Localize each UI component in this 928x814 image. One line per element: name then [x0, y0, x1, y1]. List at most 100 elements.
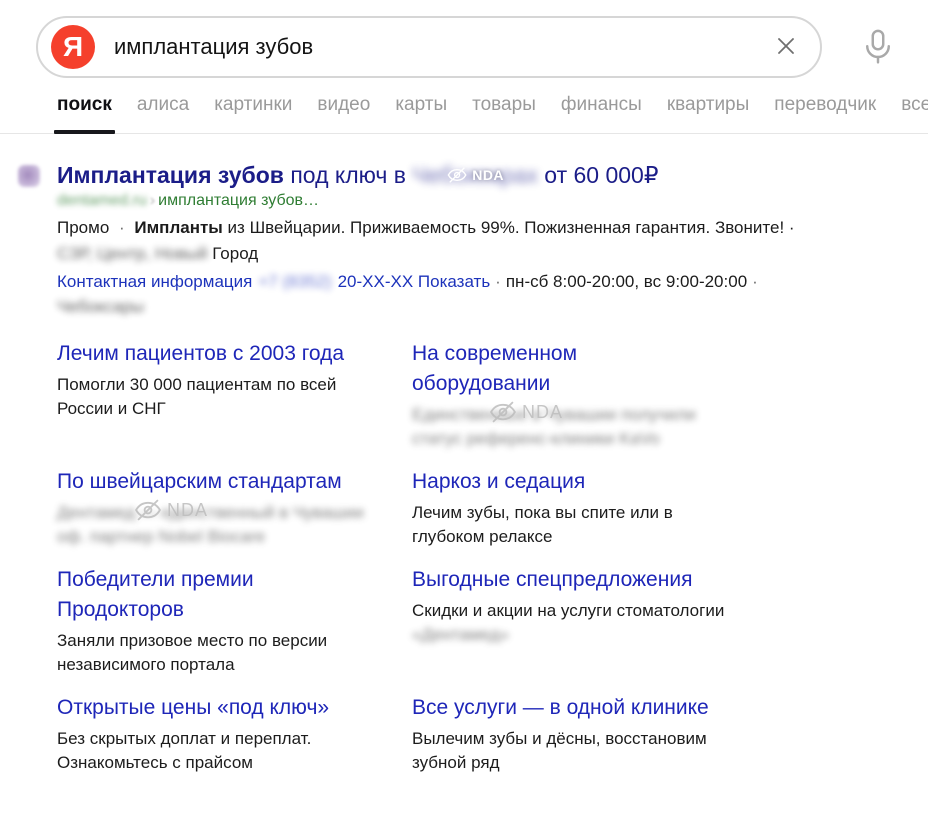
redacted-phone-prefix: +7 (8352)	[258, 272, 331, 291]
sitelink-description-line: независимого портала	[57, 653, 412, 677]
address-visible: Город	[208, 244, 259, 263]
sitelink-title[interactable]: Выгодные спецпредложения	[412, 565, 692, 595]
sitelink-description-line: Вылечим зубы и дёсны, восстановим	[412, 727, 767, 751]
sitelink-title-line: Лечим пациентов с 2003 года	[57, 339, 344, 369]
breadcrumb-separator: ›	[150, 192, 155, 209]
tab-apartments[interactable]: квартиры	[667, 94, 749, 133]
sitelinks-grid: Лечим пациентов с 2003 года Помогли 30 0…	[0, 339, 928, 775]
snippet-text: из Швейцарии. Приживаемость 99%. Пожизне…	[223, 218, 795, 237]
search-header: Я имплантация зубов	[0, 0, 928, 92]
sitelink-item: Лечим пациентов с 2003 года Помогли 30 0…	[57, 339, 412, 451]
result-title-bold: Имплантация зубов	[57, 162, 284, 188]
sitelink-item: Все услуги — в одной клинике Вылечим зуб…	[412, 693, 767, 775]
tab-alice[interactable]: алиса	[137, 94, 189, 133]
yandex-logo-letter: Я	[63, 33, 83, 61]
microphone-icon	[859, 27, 897, 70]
sitelink-description-line: России и СНГ	[57, 397, 412, 421]
sitelink-title-line: Выгодные спецпредложения	[412, 565, 692, 595]
organic-result: Имплантация зубов под ключ в ЧебоксарахN…	[0, 160, 928, 317]
working-hours: пн-сб 8:00-20:00, вс 9:00-20:00	[506, 272, 747, 291]
redacted-address: СЗР, Центр, Новый	[57, 244, 208, 263]
sitelink-description-line: глубоком релаксе	[412, 525, 767, 549]
search-service-tabs: поиск алиса картинки видео карты товары финанс…	[0, 94, 928, 134]
tab-search[interactable]: поиск	[57, 94, 112, 133]
separator-dot: ·	[495, 272, 501, 291]
tab-images[interactable]: картинки	[214, 94, 292, 133]
sitelink-title[interactable]: Открытые цены «под ключ»	[57, 693, 329, 723]
sitelink-item: По швейцарским стандартам Дентамед — еди…	[57, 467, 412, 549]
sitelink-item: Наркоз и седация Лечим зубы, пока вы спи…	[412, 467, 767, 549]
sitelink-description-line: Заняли призовое место по версии	[57, 629, 412, 653]
promo-label: Промо	[57, 218, 109, 237]
sitelink-title[interactable]: На современномоборудовании	[412, 339, 577, 399]
sitelink-description: Заняли призовое место по версиинезависим…	[57, 629, 412, 677]
sitelink-description-line: зубной ряд	[412, 751, 767, 775]
sitelink-description: Скидки и акции на услуги стоматологии«Де…	[412, 599, 767, 647]
result-snippet: Промо · Импланты из Швейцарии. Приживаем…	[57, 215, 928, 267]
redacted-text-line: оф. партнер Nobel Biocare	[57, 525, 265, 549]
sitelink-description: Дентамед — единственный в Чувашииоф. пар…	[57, 501, 412, 549]
result-favicon-blurred	[18, 165, 40, 187]
x-close-icon	[770, 30, 802, 65]
sitelink-description-line: Лечим зубы, пока вы спите или в	[412, 501, 767, 525]
sitelink-item: Открытые цены «под ключ» Без скрытых доп…	[57, 693, 412, 775]
sitelink-title[interactable]: Лечим пациентов с 2003 года	[57, 339, 344, 369]
sitelink-description-line: Скидки и акции на услуги стоматологии	[412, 599, 767, 623]
voice-search-button[interactable]	[856, 26, 900, 70]
result-url-breadcrumb[interactable]: dentamed.ru›имплантация зубов…	[57, 192, 928, 210]
sitelink-title[interactable]: Победители премииПродокторов	[57, 565, 254, 625]
tab-all[interactable]: все	[901, 94, 928, 133]
sitelink-title-line: Наркоз и седация	[412, 467, 585, 497]
separator-dot: ·	[752, 272, 758, 291]
tab-maps[interactable]: карты	[395, 94, 447, 133]
sitelink-title-line: На современном	[412, 339, 577, 369]
sitelink-description: Лечим зубы, пока вы спите или вглубоком …	[412, 501, 767, 549]
search-input[interactable]: имплантация зубов	[114, 34, 768, 60]
clear-search-button[interactable]	[768, 29, 804, 65]
sitelink-title-line: Продокторов	[57, 595, 254, 625]
contact-info-link[interactable]: Контактная информация	[57, 272, 252, 291]
breadcrumb-path: имплантация зубов…	[158, 192, 319, 209]
redacted-city-text: Чебоксарах	[412, 162, 538, 188]
redacted-text-line: Единственные в Чувашии получили	[412, 403, 696, 427]
redacted-city-line: Чебоксары	[57, 297, 144, 317]
redacted-text-line: статус референс-клиники KaVo	[412, 427, 660, 451]
sitelink-description-line: Без скрытых доплат и переплат.	[57, 727, 412, 751]
snippet-line-1: Промо · Импланты из Швейцарии. Приживаем…	[57, 218, 795, 237]
sitelink-description-line: Ознакомьтесь с прайсом	[57, 751, 412, 775]
sitelink-title[interactable]: Наркоз и седация	[412, 467, 585, 497]
sitelink-title-line: оборудовании	[412, 369, 577, 399]
contact-info-line: Контактная информация +7 (8352) 20-XX-XX П…	[57, 270, 928, 294]
sitelink-description: Единственные в Чувашии получилистатус ре…	[412, 403, 767, 451]
sitelink-description: Вылечим зубы и дёсны, восстановимзубной …	[412, 727, 767, 775]
tab-video[interactable]: видео	[317, 94, 370, 133]
result-title-regular: под ключ в	[284, 162, 412, 188]
sitelink-title-line: По швейцарским стандартам	[57, 467, 342, 497]
separator-dot: ·	[114, 218, 129, 237]
result-title-price: от 60 000₽	[538, 162, 659, 188]
tab-goods[interactable]: товары	[472, 94, 536, 133]
sitelink-title[interactable]: Все услуги — в одной клинике	[412, 693, 709, 723]
redacted-domain: dentamed.ru	[57, 192, 147, 209]
redacted-text-line: Дентамед — единственный в Чувашии	[57, 501, 364, 525]
sitelink-description-line: Помогли 30 000 пациентам по всей	[57, 373, 412, 397]
sitelink-title-line: Победители премии	[57, 565, 254, 595]
search-results: Имплантация зубов под ключ в ЧебоксарахN…	[0, 160, 928, 775]
result-title-link[interactable]: Имплантация зубов под ключ в ЧебоксарахN…	[57, 160, 928, 190]
yandex-logo[interactable]: Я	[51, 25, 95, 69]
sitelink-description: Без скрытых доплат и переплат.Ознакомьте…	[57, 727, 412, 775]
sitelink-item: Победители премииПродокторов Заняли приз…	[57, 565, 412, 677]
snippet-bold: Импланты	[134, 218, 222, 237]
tab-finance[interactable]: финансы	[561, 94, 642, 133]
sitelink-item: На современномоборудовании Единственные …	[412, 339, 767, 451]
search-bar[interactable]: Я имплантация зубов	[36, 16, 822, 78]
sitelink-title-line: Все услуги — в одной клинике	[412, 693, 709, 723]
show-phone-link[interactable]: 20-XX-XX Показать	[338, 272, 491, 291]
redacted-city-region: ЧебоксарахNDA	[412, 160, 538, 190]
tab-translator[interactable]: переводчик	[774, 94, 876, 133]
sitelink-title-line: Открытые цены «под ключ»	[57, 693, 329, 723]
redacted-text-line: «Дентамед»	[412, 623, 509, 647]
sitelink-description: Помогли 30 000 пациентам по всейРоссии и…	[57, 373, 412, 421]
sitelink-item: Выгодные спецпредложения Скидки и акции …	[412, 565, 767, 677]
sitelink-title[interactable]: По швейцарским стандартам	[57, 467, 342, 497]
